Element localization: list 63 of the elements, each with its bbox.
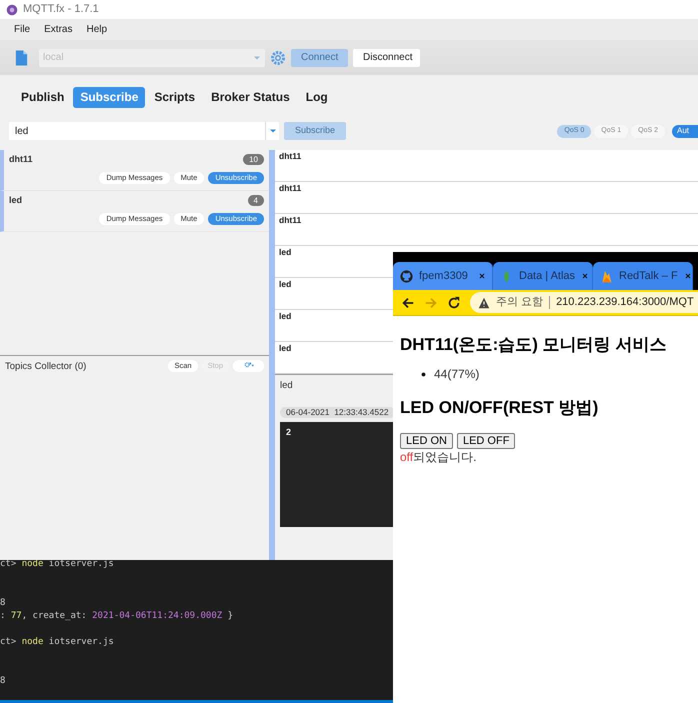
security-warning: 주의 요함 bbox=[496, 295, 544, 310]
close-icon bbox=[581, 272, 590, 280]
close-icon bbox=[478, 272, 486, 280]
url-text: 210.223.239.164:3000/MQT bbox=[556, 295, 694, 310]
tab-title: RedTalk – F bbox=[619, 268, 678, 284]
tab[interactable]: Scripts bbox=[147, 86, 202, 108]
terminal-line: ct> node iotserver.js bbox=[0, 558, 114, 571]
menu-item[interactable]: Extras bbox=[44, 22, 72, 37]
reload-button[interactable] bbox=[447, 296, 461, 310]
settings-dropdown-button[interactable] bbox=[233, 360, 264, 372]
tab[interactable]: Log bbox=[298, 86, 335, 108]
page-heading: LED ON/OFF(REST 방법) bbox=[400, 397, 598, 419]
reload-icon bbox=[447, 296, 461, 310]
sensor-reading: 44(77%) bbox=[434, 366, 480, 382]
warning-icon bbox=[478, 296, 490, 308]
message-count-badge: 10 bbox=[243, 154, 264, 165]
terminal-line: : 77, create_at: 2021-04-06T11:24:09.000Z } bbox=[0, 610, 234, 623]
browser-tab[interactable]: RedTalk – F bbox=[593, 262, 693, 290]
back-button[interactable] bbox=[401, 296, 415, 310]
tab[interactable]: Broker Status bbox=[204, 86, 297, 108]
terminal-line: 8 bbox=[0, 675, 6, 688]
panel-title: Topics Collector (0) bbox=[5, 360, 88, 374]
tab[interactable]: Publish bbox=[14, 86, 72, 108]
message-timestamp: 06-04-2021 12:33:43.4522 bbox=[280, 407, 395, 418]
caret-icon bbox=[268, 127, 276, 135]
topic-label: led bbox=[9, 194, 22, 207]
address-bar[interactable]: 주의 요함 210.223.239.164:3000/MQT bbox=[470, 292, 698, 313]
page-heading: DHT11(온도:습도) 모니터링 서비스 bbox=[400, 334, 666, 356]
flame-icon bbox=[600, 270, 613, 282]
terminal-line: 8 bbox=[0, 597, 6, 610]
autoscroll-button[interactable]: Aut bbox=[672, 124, 698, 138]
disconnect-button[interactable]: Disconnect bbox=[353, 48, 420, 66]
browser-tab[interactable]: fpem3309 bbox=[393, 262, 493, 290]
status-message: off되었습니다. bbox=[400, 449, 476, 465]
app-icon bbox=[6, 4, 18, 16]
message-topic[interactable]: led bbox=[279, 311, 292, 321]
document-icon bbox=[14, 48, 29, 66]
bullet-icon bbox=[421, 372, 426, 376]
caret-icon bbox=[253, 54, 261, 62]
led-on-button[interactable]: LED ON bbox=[400, 433, 453, 449]
cat-logo-icon bbox=[400, 270, 413, 282]
browser-tab[interactable]: Data | Atlas bbox=[493, 262, 593, 290]
topic-field[interactable]: led bbox=[9, 122, 279, 140]
tab-title: fpem3309 bbox=[419, 268, 469, 284]
forward-icon bbox=[424, 296, 438, 310]
message-topic[interactable]: led bbox=[279, 247, 292, 257]
back-icon bbox=[401, 296, 415, 310]
message-topic[interactable]: dht11 bbox=[279, 151, 302, 161]
terminal-line: ct> node iotserver.js bbox=[0, 636, 114, 649]
topic-label: led bbox=[280, 379, 293, 393]
led-off-button[interactable]: LED OFF bbox=[456, 433, 516, 449]
gear-icon bbox=[270, 50, 286, 66]
topic-label: dht11 bbox=[9, 152, 33, 166]
message-count-badge: 4 bbox=[248, 195, 264, 206]
message-topic[interactable]: dht11 bbox=[279, 183, 302, 193]
window-title: MQTT.fx - 1.7.1 bbox=[23, 2, 99, 18]
message-topic[interactable]: dht11 bbox=[279, 215, 302, 225]
close-icon bbox=[684, 272, 692, 280]
message-topic[interactable]: led bbox=[279, 279, 292, 289]
menu-item[interactable]: Help bbox=[86, 22, 108, 37]
message-topic[interactable]: led bbox=[279, 343, 292, 353]
tab-title: Data | Atlas bbox=[519, 268, 576, 284]
menu-item[interactable]: File bbox=[14, 22, 30, 37]
